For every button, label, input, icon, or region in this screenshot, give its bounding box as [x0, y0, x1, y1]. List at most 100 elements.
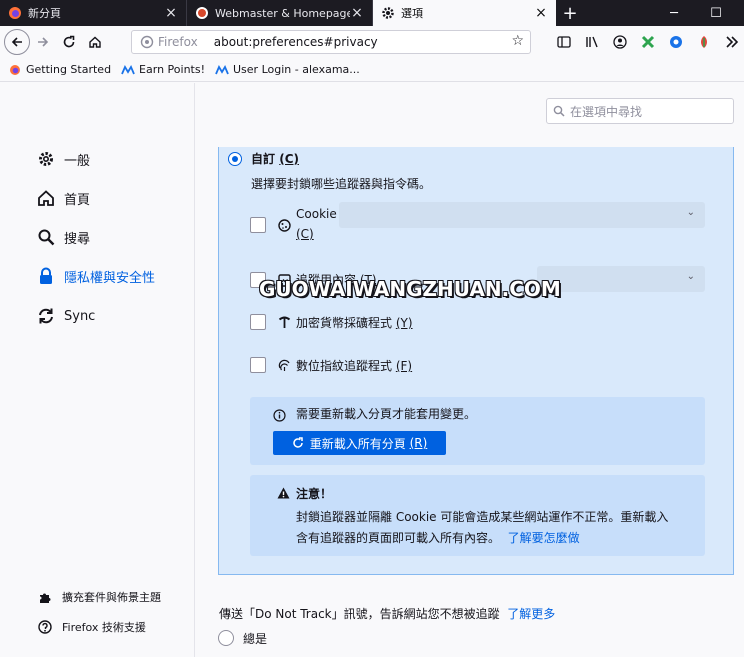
overflow-chevron-icon[interactable] [720, 30, 744, 54]
learn-how-link[interactable]: 了解要怎麼做 [508, 531, 580, 545]
bookmark-user-login[interactable]: User Login - alexama... [215, 63, 360, 76]
close-icon[interactable]: × [534, 5, 548, 21]
chevron-down-icon: ⌄ [686, 271, 695, 282]
fingerprinter-checkbox[interactable] [250, 357, 266, 373]
bookmarks-toolbar: Getting Started Earn Points! User Login … [0, 58, 744, 82]
warning-line1: 封鎖追蹤器並隔離 Cookie 可能會造成某些網站運作不正常。重新載入 [296, 510, 669, 524]
home-icon [89, 36, 101, 48]
reload-button[interactable] [56, 29, 82, 55]
tab-label: 新分頁 [28, 7, 61, 20]
warning-line2: 含有追蹤器的頁面即可載入所有內容。 了解要怎麼做 [296, 531, 580, 545]
cryptominer-checkbox[interactable] [250, 314, 266, 330]
tab-strip: 新分頁 × Webmaster & Homepages | Ea × 選項 × … [0, 0, 744, 26]
sidebar-item-label: 隱私權與安全性 [64, 270, 156, 286]
new-tab-button[interactable]: + [556, 0, 584, 26]
close-icon[interactable]: × [164, 5, 178, 21]
watermark-text: GUOWAIWANGZHUAN.COM [259, 277, 561, 301]
warning-icon [276, 486, 290, 500]
globe-icon [195, 6, 209, 20]
cookie-label: Cookie [296, 207, 337, 221]
cookie-checkbox[interactable] [250, 217, 266, 233]
do-not-track-text: 傳送「Do Not Track」訊號，告訴網站您不想被追蹤 了解更多 [219, 607, 556, 621]
minimize-button[interactable]: ─ [654, 0, 694, 26]
dnt-always-label: 總是 [243, 632, 268, 646]
puzzle-icon [38, 590, 52, 604]
lock-icon [36, 266, 56, 286]
sidebar-item-general[interactable]: 一般 [36, 147, 90, 171]
search-input[interactable]: 在選項中尋找 [546, 98, 734, 124]
preferences-main: 在選項中尋找 自訂 (C) 選擇要封鎖哪些追蹤器與指令碼。 Cookie (C)… [196, 83, 744, 657]
chevron-down-icon: ⌄ [686, 207, 695, 218]
sidebar-support[interactable]: Firefox 技術支援 [38, 619, 146, 635]
sidebar-item-sync[interactable]: Sync [36, 304, 95, 328]
account-icon[interactable] [608, 30, 632, 54]
sidebar-footer-label: Firefox 技術支援 [62, 621, 146, 634]
firefox-logo-icon [8, 64, 22, 76]
close-icon[interactable]: × [350, 5, 364, 21]
gear-icon [381, 6, 395, 20]
preferences-sidebar: 一般 首頁 搜尋 隱私權與安全性 Sync 擴充套件與佈景主題 Firefox … [0, 83, 195, 657]
sidebar-item-label: Sync [64, 308, 96, 324]
firefox-identity-icon [140, 35, 154, 49]
bookmark-label: Earn Points! [139, 63, 205, 76]
search-icon [36, 227, 56, 247]
url-text[interactable]: about:preferences#privacy [214, 35, 378, 49]
custom-radio[interactable] [228, 152, 242, 166]
bookmark-label: Getting Started [26, 63, 112, 76]
info-icon [272, 408, 286, 422]
reload-notice: 需要重新載入分頁才能套用變更。 重新載入所有分頁 (R) [250, 397, 705, 465]
maximize-button[interactable]: ☐ [696, 0, 736, 26]
reload-all-tabs-label: 重新載入所有分頁 [309, 436, 406, 451]
fingerprinter-label: 數位指紋追蹤程式 (F) [296, 359, 413, 373]
forward-button[interactable] [30, 29, 56, 55]
extension-a-icon[interactable] [664, 30, 688, 54]
sidebar-icon[interactable] [552, 30, 576, 54]
gear-icon [36, 149, 56, 169]
bookmark-label: User Login - alexama... [233, 63, 360, 76]
arrow-left-icon [11, 37, 22, 47]
pickaxe-icon [277, 315, 291, 329]
tab-new-tab[interactable]: 新分頁 × [0, 0, 186, 26]
tab-options[interactable]: 選項 × [372, 0, 556, 26]
sync-icon [36, 306, 56, 326]
reload-notice-text: 需要重新載入分頁才能套用變更。 [296, 407, 477, 421]
warning-notice: 注意！ 封鎖追蹤器並隔離 Cookie 可能會造成某些網站運作不正常。重新載入 … [250, 475, 705, 556]
back-button[interactable] [4, 29, 30, 55]
url-bar[interactable]: Firefox about:preferences#privacy ☆ [131, 30, 531, 54]
tracking-content-dropdown[interactable]: ⌄ [537, 266, 705, 292]
sidebar-footer-label: 擴充套件與佈景主題 [62, 591, 161, 604]
tab-webmaster[interactable]: Webmaster & Homepages | Ea × [186, 0, 372, 26]
sidebar-item-privacy[interactable]: 隱私權與安全性 [36, 264, 155, 288]
help-icon [38, 620, 52, 634]
firefox-logo-icon [8, 6, 22, 20]
alexamaster-icon [121, 64, 135, 76]
learn-more-link[interactable]: 了解更多 [507, 607, 555, 621]
cookie-icon [277, 218, 291, 232]
home-button[interactable] [82, 29, 108, 55]
custom-blocking-panel: 自訂 (C) 選擇要封鎖哪些追蹤器與指令碼。 Cookie (C) ⌄ 追蹤用內… [218, 147, 734, 575]
url-brand: Firefox [158, 35, 198, 49]
bookmark-getting-started[interactable]: Getting Started [8, 63, 111, 76]
search-placeholder: 在選項中尋找 [570, 104, 643, 119]
sidebar-item-home[interactable]: 首頁 [36, 186, 90, 210]
bookmark-star-icon[interactable]: ☆ [511, 33, 524, 49]
warning-title: 注意！ [296, 487, 333, 501]
home-icon [36, 188, 56, 208]
bookmark-earn-points[interactable]: Earn Points! [121, 63, 205, 76]
custom-radio-label: 自訂 (C) [251, 152, 299, 166]
sidebar-item-search[interactable]: 搜尋 [36, 225, 90, 249]
cookie-dropdown[interactable]: ⌄ [339, 202, 705, 228]
reload-all-tabs-button[interactable]: 重新載入所有分頁 (R) [273, 431, 446, 455]
dnt-always-radio[interactable] [218, 630, 234, 646]
cryptominer-label: 加密貨幣採礦程式 (Y) [296, 316, 413, 330]
extension-x-icon[interactable] [636, 30, 660, 54]
library-icon[interactable] [580, 30, 604, 54]
tab-label: 選項 [401, 7, 423, 20]
arrow-right-icon [38, 37, 49, 47]
cookie-access-key: (C) [296, 227, 314, 241]
alexamaster-icon [215, 64, 229, 76]
sidebar-item-label: 一般 [64, 153, 91, 169]
toolbar-icons [552, 30, 744, 54]
sidebar-extensions-themes[interactable]: 擴充套件與佈景主題 [38, 589, 161, 605]
extension-leaf-icon[interactable] [692, 30, 716, 54]
